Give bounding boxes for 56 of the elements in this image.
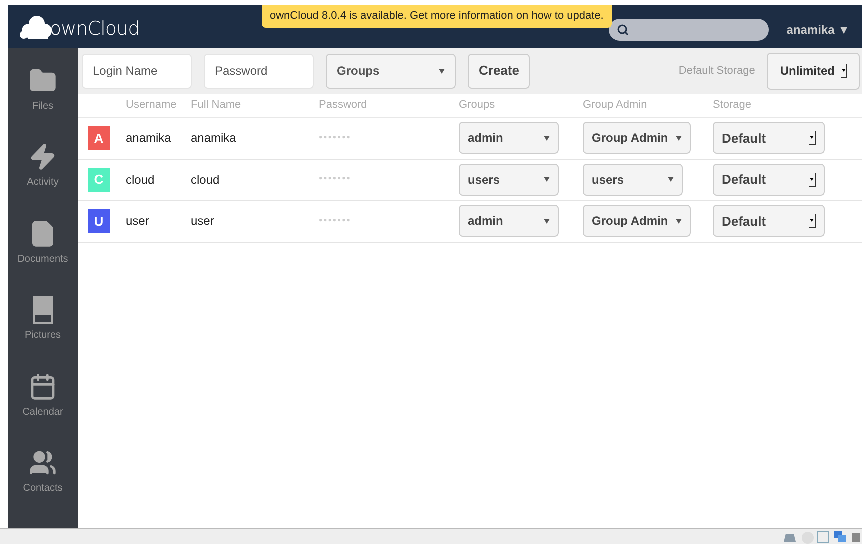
dropdown-arrow-icon bbox=[809, 131, 816, 146]
dropdown-arrow-icon bbox=[841, 64, 847, 78]
column-header: Group Admin bbox=[583, 98, 648, 114]
full-name-cell-text: user bbox=[191, 213, 216, 230]
create-button[interactable]: Create bbox=[468, 54, 530, 88]
column-header: Groups bbox=[459, 98, 496, 114]
groups-select[interactable]: admin bbox=[459, 122, 559, 154]
dropdown-arrow-icon bbox=[809, 172, 816, 187]
caret-icon bbox=[676, 136, 682, 141]
username-cell-text: anamika bbox=[126, 130, 172, 148]
lightning-icon bbox=[29, 143, 57, 172]
people-icon bbox=[29, 449, 57, 478]
caret-icon bbox=[544, 136, 550, 141]
sidebar-item[interactable]: Files bbox=[8, 52, 78, 128]
password-field[interactable]: Password bbox=[204, 54, 314, 88]
picture-icon bbox=[33, 296, 53, 324]
default-storage-label: Default Storage bbox=[678, 64, 756, 79]
search-field[interactable] bbox=[608, 18, 769, 40]
username-cell-text: cloud bbox=[126, 172, 156, 189]
caret-icon bbox=[544, 218, 550, 224]
groups-select[interactable]: users bbox=[459, 164, 559, 196]
sidebar-item[interactable]: Calendar bbox=[8, 358, 78, 434]
full-name-cell-text: cloud bbox=[191, 172, 221, 189]
groups-select[interactable]: admin bbox=[459, 205, 559, 238]
groups-select[interactable]: Groups bbox=[326, 54, 456, 88]
user-avatar: A bbox=[88, 126, 110, 150]
login-name-field[interactable]: Login Name bbox=[82, 54, 192, 88]
full-name-cell-text: anamika bbox=[191, 130, 238, 148]
username-cell-text: user bbox=[126, 213, 150, 230]
sidebar-item[interactable]: Documents bbox=[8, 205, 78, 282]
sidebar-item[interactable]: Activity bbox=[8, 128, 78, 205]
user-avatar: U bbox=[88, 209, 110, 234]
caret-icon bbox=[668, 177, 674, 182]
user-menu[interactable]: anamika ▼ bbox=[786, 20, 850, 38]
sidebar-item[interactable]: Pictures bbox=[8, 282, 78, 358]
caret-icon bbox=[439, 68, 445, 74]
logo-text: ownCloud bbox=[50, 20, 140, 38]
caret-icon bbox=[544, 177, 550, 182]
dropdown-arrow-icon bbox=[809, 214, 816, 228]
sidebar-item[interactable]: Contacts bbox=[8, 434, 78, 511]
column-header: Password bbox=[319, 98, 368, 114]
search-icon bbox=[616, 24, 629, 36]
default-storage-select[interactable]: Unlimited bbox=[767, 52, 860, 90]
storage-select[interactable]: Default bbox=[713, 205, 825, 238]
group-admin-select[interactable]: Group Admin bbox=[583, 205, 691, 238]
update-notification: ownCloud 8.0.4 is available. Get more information on how to update. bbox=[262, 5, 612, 28]
storage-select[interactable]: Default bbox=[713, 164, 825, 196]
group-admin-select[interactable]: users bbox=[583, 164, 683, 196]
column-header: Storage bbox=[713, 98, 753, 114]
column-header: Full Name bbox=[191, 98, 242, 114]
caret-icon bbox=[676, 218, 682, 224]
calendar-icon bbox=[29, 372, 57, 401]
user-avatar: C bbox=[88, 168, 110, 192]
column-header: Username bbox=[126, 98, 178, 114]
storage-select[interactable]: Default bbox=[713, 122, 825, 154]
group-admin-select[interactable]: Group Admin bbox=[583, 122, 691, 154]
